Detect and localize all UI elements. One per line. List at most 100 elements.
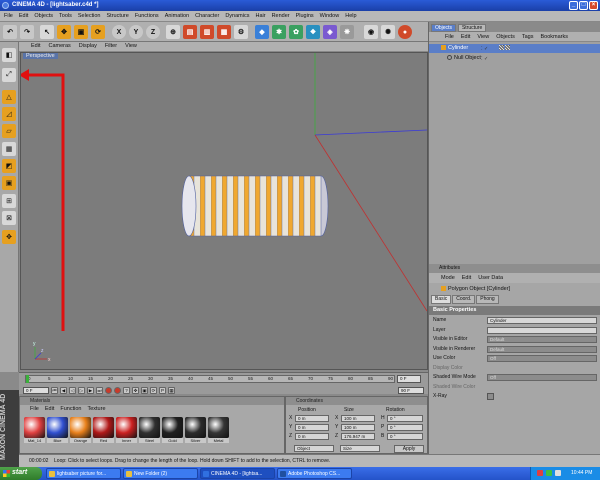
tab-objects[interactable]: Objects [431,24,456,32]
move-icon[interactable]: ✥ [57,25,71,39]
menu-hair[interactable]: Hair [255,13,265,21]
material-swatch[interactable]: Silver [185,417,206,447]
texture-tag-icon[interactable] [505,45,510,50]
viewport-menu-view[interactable]: View [125,43,137,51]
om-menu-view[interactable]: View [477,34,489,41]
materials-menu-file[interactable]: File [30,406,39,414]
y-axis-lock-icon[interactable]: Y [129,25,143,39]
play-forward-icon[interactable]: ▷ [78,386,85,394]
menu-help[interactable]: Help [345,13,356,21]
play-backward-icon[interactable]: ◁ [69,386,76,394]
tab-coord[interactable]: Coord. [452,295,476,304]
menu-functions[interactable]: Functions [135,13,159,21]
tray-network-icon[interactable] [537,470,543,476]
render-view-icon[interactable]: ▤ [183,25,197,39]
om-menu-objects[interactable]: Objects [496,34,515,41]
taskbar-button[interactable]: New Folder (2) [123,468,198,479]
menu-character[interactable]: Character [195,13,219,21]
om-menu-bookmarks[interactable]: Bookmarks [540,34,568,41]
taskbar-button[interactable]: lightsaber picture for... [46,468,121,479]
go-to-end-icon[interactable]: ⏭ [96,386,103,394]
material-swatch[interactable]: Metal [208,417,229,447]
am-menu-mode[interactable]: Mode [441,275,455,283]
scene-icon[interactable]: ❋ [340,25,354,39]
am-menu-user-data[interactable]: User Data [478,275,503,283]
points-mode-icon[interactable]: △ [2,90,16,104]
material-swatch[interactable]: Blue [47,417,68,447]
z-axis-lock-icon[interactable]: Z [146,25,160,39]
menu-edit[interactable]: Edit [19,13,28,21]
texture-mode-icon[interactable]: ▦ [2,142,16,156]
position-field[interactable]: 0 m [295,415,329,422]
menu-plugins[interactable]: Plugins [296,13,314,21]
taskbar-button[interactable]: CINEMA 4D - [lightsa... [200,468,275,479]
perspective-viewport[interactable]: Perspective y x z [20,52,428,370]
edges-mode-icon[interactable]: ◿ [2,107,16,121]
close-icon[interactable]: × [589,1,598,10]
rotation-field[interactable]: 0 ° [387,415,423,422]
material-swatch[interactable]: Red [93,417,114,447]
am-menu-edit[interactable]: Edit [462,275,471,283]
camera-icon[interactable]: ◉ [364,25,378,39]
om-menu-file[interactable]: File [445,34,454,41]
param-key-icon[interactable]: P [159,386,166,394]
render-region-icon[interactable]: ▥ [200,25,214,39]
coordinate-system-icon[interactable]: ⊕ [166,25,180,39]
cylinder-object[interactable] [181,175,329,237]
menu-selection[interactable]: Selection [78,13,101,21]
end-frame-field[interactable]: 90 F [398,386,424,394]
materials-menu-texture[interactable]: Texture [87,406,105,414]
playhead[interactable] [26,375,29,383]
om-menu-tags[interactable]: Tags [522,34,534,41]
deformer-icon[interactable]: ◈ [323,25,337,39]
live-selection-icon[interactable]: ↖ [40,25,54,39]
redo-icon[interactable]: ↷ [20,25,34,39]
scale-key-icon[interactable]: ▣ [141,386,148,394]
tray-volume-icon[interactable] [555,470,561,476]
x-axis-lock-icon[interactable]: X [112,25,126,39]
material-swatch[interactable]: Inner [116,417,137,447]
material-swatch[interactable]: Orange [70,417,91,447]
maximize-icon[interactable]: □ [579,1,588,10]
size-field[interactable]: 100 m [341,424,375,431]
texture-tags[interactable] [499,45,511,51]
material-swatch[interactable]: Mat_14 [24,417,45,447]
record-key-icon[interactable] [105,386,112,394]
tab-structure[interactable]: Structure [457,24,487,32]
property-select[interactable]: Default [487,336,597,343]
prev-key-icon[interactable]: ◀ [60,386,67,394]
rotation-field[interactable]: 0 ° [387,433,423,440]
viewport-menu-filter[interactable]: Filter [105,43,117,51]
texture-tag-icon[interactable] [499,45,504,50]
size-mode-select[interactable]: Size [340,445,380,452]
coordinate-mode-select[interactable]: Object [294,445,334,452]
go-to-start-icon[interactable]: ⏮ [51,386,58,394]
next-key-icon[interactable]: ▶ [87,386,94,394]
snap-icon[interactable]: ⊞ [2,194,16,208]
apply-button[interactable]: Apply [394,445,424,453]
polygons-mode-icon[interactable]: ▱ [2,124,16,138]
tab-phong[interactable]: Phong [476,295,499,304]
pla-key-icon[interactable]: ▦ [168,386,175,394]
object-row-null[interactable]: Null Object ⁚ ✓ [429,54,600,63]
model-mode-icon[interactable]: ◩ [2,159,16,173]
undo-icon[interactable]: ↶ [3,25,17,39]
property-select[interactable]: Off [487,355,597,362]
timeline-ruler[interactable]: 0 5 10 15 20 25 30 35 40 45 50 55 60 65 70 75 80 85 90 [25,375,395,383]
menu-file[interactable]: File [4,13,13,21]
menu-animation[interactable]: Animation [165,13,189,21]
tab-basic[interactable]: Basic [431,295,452,304]
property-select[interactable]: Default [487,345,597,353]
array-icon[interactable]: ❖ [306,25,320,39]
make-editable-icon[interactable]: ◧ [2,48,16,62]
size-field[interactable]: 100 m [341,415,375,422]
autokey-icon[interactable] [114,386,121,394]
viewport-menu-display[interactable]: Display [79,43,97,51]
render-picture-viewer-icon[interactable]: ▦ [217,25,231,39]
rotate-icon[interactable]: ⟳ [91,25,105,39]
property-select[interactable]: Off [487,374,597,381]
rotation-key-icon[interactable]: ⟳ [150,386,157,394]
property-checkbox[interactable] [487,393,494,400]
minimize-icon[interactable]: _ [569,1,578,10]
start-button[interactable]: start [0,467,42,480]
